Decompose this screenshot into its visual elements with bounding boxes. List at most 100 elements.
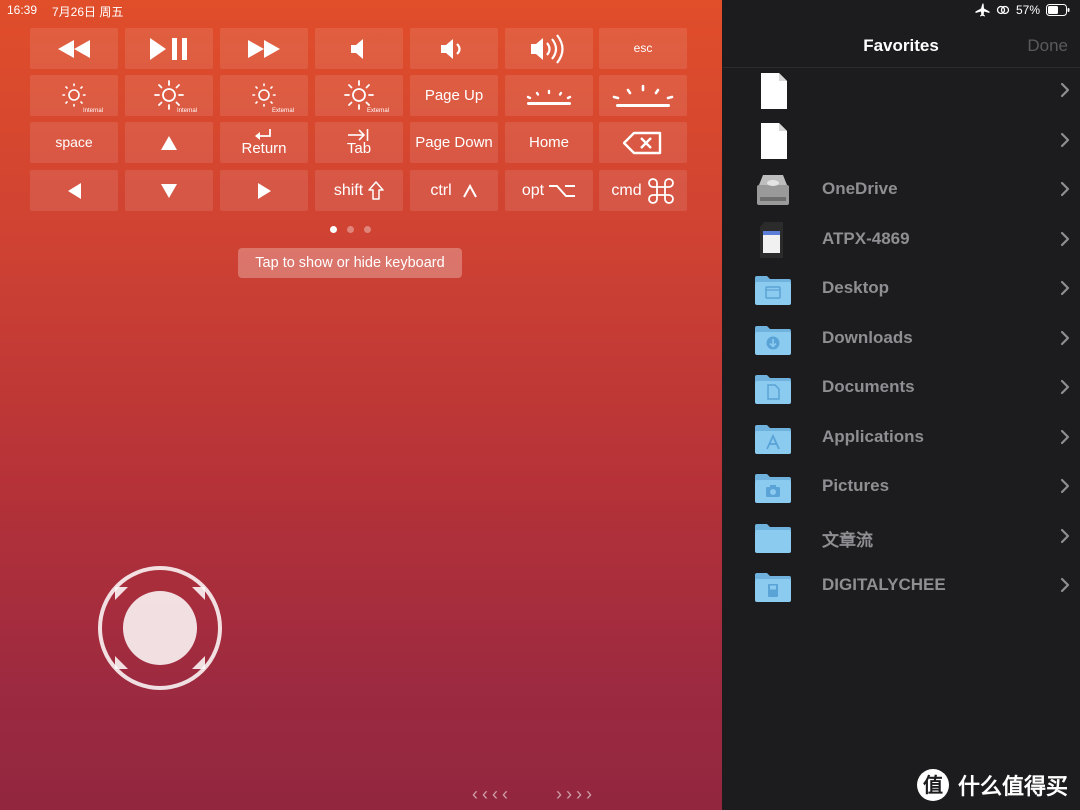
chevron-right-icon[interactable] (1060, 231, 1070, 252)
favorites-title: Favorites (863, 36, 939, 55)
volume-low-icon (441, 38, 461, 59)
chevron-right-icon[interactable] (1060, 478, 1070, 499)
keyboard-backlight-low-icon (526, 89, 572, 105)
folder-icon (754, 522, 792, 560)
arrow-up-key[interactable] (125, 122, 213, 163)
ctrl-key[interactable]: ctrl (410, 170, 498, 211)
tab-key[interactable]: Tab (315, 122, 403, 163)
disk-folder-icon (754, 571, 792, 609)
documents-folder-icon (754, 373, 792, 411)
desktop-folder-icon (754, 274, 792, 312)
favorites-row[interactable]: Downloads (722, 314, 1080, 363)
next-arrows[interactable]: ›››› (556, 784, 596, 805)
favorites-row-label: DIGITALYCHEE (822, 575, 946, 594)
home-key[interactable]: Home (505, 122, 593, 163)
pictures-folder-icon (754, 472, 792, 510)
chevron-right-icon[interactable] (1060, 132, 1070, 153)
shift-key[interactable]: shift (315, 170, 403, 211)
chevron-right-icon[interactable] (1060, 429, 1070, 450)
fast-forward-button[interactable] (220, 28, 308, 69)
brightness-down-internal-button[interactable]: Internal (30, 75, 118, 116)
favorites-row[interactable]: Applications (722, 413, 1080, 462)
chevron-right-icon[interactable] (1060, 577, 1070, 598)
page-up-key[interactable]: Page Up (410, 75, 498, 116)
watermark: 值 什么值得买 (916, 768, 1068, 802)
applications-folder-icon (754, 423, 792, 461)
favorites-row[interactable]: OneDrive (722, 165, 1080, 214)
arrow-left-icon (67, 182, 81, 199)
file-icon (754, 72, 792, 110)
previous-arrows[interactable]: ‹‹‹‹ (472, 784, 512, 805)
sun-large-icon (154, 80, 184, 110)
rewind-button[interactable] (30, 28, 118, 69)
smzdm-logo-icon: 值 (916, 769, 949, 801)
page-indicator[interactable] (330, 226, 371, 233)
favorites-row-label: Applications (822, 426, 925, 446)
chevron-right-icon[interactable] (1060, 181, 1070, 202)
arrow-down-icon (161, 183, 177, 198)
status-date: 7月26日 周五 (52, 5, 124, 19)
favorites-row[interactable]: 文章流 (722, 512, 1080, 561)
mute-button[interactable] (315, 28, 403, 69)
joystick-control[interactable] (97, 565, 223, 691)
page-down-key[interactable]: Page Down (410, 122, 498, 163)
backspace-icon (623, 131, 662, 154)
arrow-right-icon (257, 182, 271, 199)
svg-text:值: 值 (923, 773, 943, 797)
option-key[interactable]: opt (505, 170, 593, 211)
favorites-row-label: Pictures (822, 476, 890, 495)
favorites-row[interactable]: ATPX-4869 (722, 215, 1080, 264)
space-key[interactable]: space (30, 122, 118, 163)
sd-card-icon (754, 221, 792, 259)
keyboard-light-up-button[interactable] (599, 75, 687, 116)
file-icon (754, 122, 792, 160)
brightness-up-internal-button[interactable]: Internal (125, 75, 213, 116)
favorites-row-label: 文章流 (822, 530, 873, 550)
fast-forward-icon (248, 39, 280, 58)
favorites-row-label: OneDrive (822, 179, 898, 198)
favorites-row[interactable]: DIGITALYCHEE (722, 561, 1080, 610)
chevron-right-icon[interactable] (1060, 330, 1070, 351)
page-dot[interactable] (347, 226, 354, 233)
volume-up-button[interactable] (505, 28, 593, 69)
favorites-row[interactable] (722, 116, 1080, 165)
keyboard-backlight-high-icon (612, 84, 674, 107)
favorites-row[interactable]: Documents (722, 363, 1080, 412)
page-dot[interactable] (364, 226, 371, 233)
done-button[interactable]: Done (1027, 36, 1068, 56)
arrow-up-icon (161, 135, 177, 150)
downloads-folder-icon (754, 324, 792, 362)
volume-high-icon (531, 33, 564, 64)
brightness-up-external-button[interactable]: External (315, 75, 403, 116)
chevron-right-icon[interactable] (1060, 82, 1070, 103)
favorites-row[interactable]: Desktop (722, 264, 1080, 313)
favorites-row[interactable] (722, 66, 1080, 115)
favorites-header (722, 0, 1080, 68)
esc-key[interactable]: esc (599, 28, 687, 69)
arrow-down-key[interactable] (125, 170, 213, 211)
shift-icon (368, 181, 384, 200)
play-pause-button[interactable] (125, 28, 213, 69)
chevron-right-icon[interactable] (1060, 379, 1070, 400)
volume-down-button[interactable] (410, 28, 498, 69)
keyboard-toggle-hint[interactable]: Tap to show or hide keyboard (238, 248, 462, 278)
remote-control-pane: 16:39 7月26日 周五 esc Internal Internal Ext… (0, 0, 722, 810)
chevron-right-icon[interactable] (1060, 528, 1070, 549)
brightness-down-external-button[interactable]: External (220, 75, 308, 116)
favorites-row-label: Downloads (822, 327, 913, 347)
favorites-panel: 57% Favorites Done OneDrive ATPX-4869 Desk… (722, 0, 1080, 810)
return-key[interactable]: Return (220, 122, 308, 163)
page-dot[interactable] (330, 226, 337, 233)
sun-small-icon (252, 83, 276, 107)
control-icon (462, 183, 477, 197)
drive-icon (754, 171, 792, 209)
arrow-right-key[interactable] (220, 170, 308, 211)
sun-small-icon (62, 83, 86, 107)
delete-key[interactable] (599, 122, 687, 163)
command-key[interactable]: cmd (599, 170, 687, 211)
chevron-right-icon[interactable] (1060, 280, 1070, 301)
play-pause-icon (150, 37, 187, 60)
keyboard-light-down-button[interactable] (505, 75, 593, 116)
favorites-row[interactable]: Pictures (722, 462, 1080, 511)
arrow-left-key[interactable] (30, 170, 118, 211)
